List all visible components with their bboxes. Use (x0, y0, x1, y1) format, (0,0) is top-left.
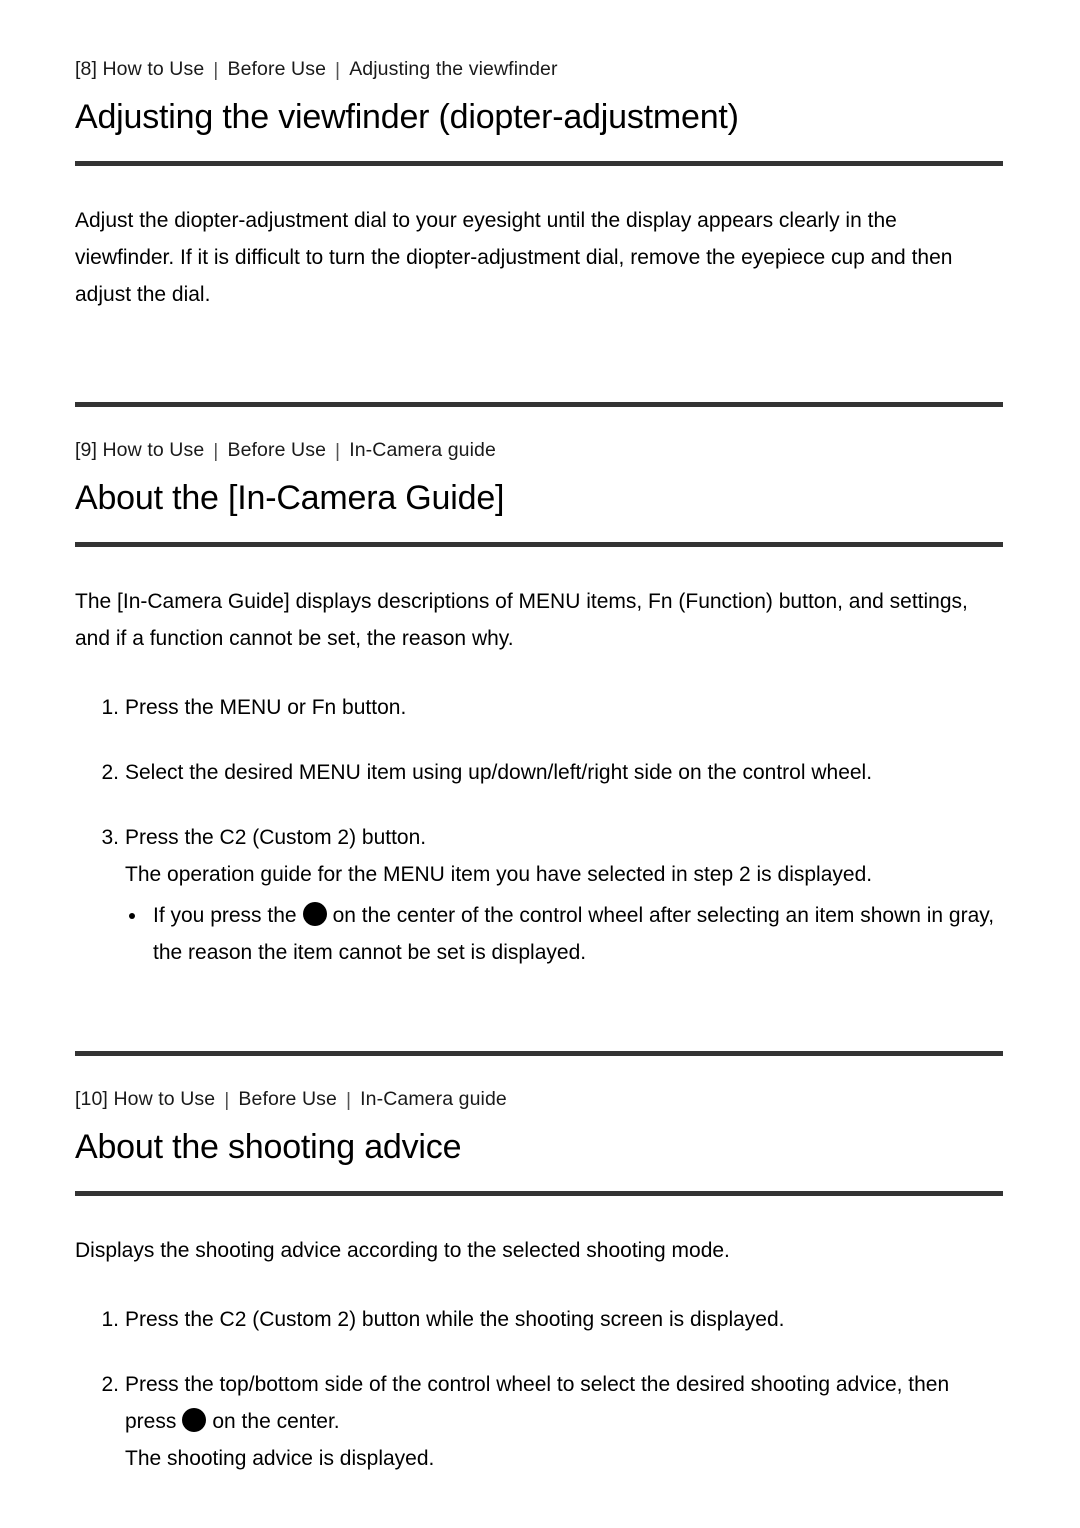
step-number: 1. (101, 1308, 119, 1331)
step-text: Select the desired MENU item using up/do… (125, 761, 873, 784)
title-underline-rule (75, 542, 1003, 547)
breadcrumb-level3: In-Camera guide (360, 1088, 507, 1110)
center-button-icon (182, 1408, 207, 1432)
list-item: 3. Press the C2 (Custom 2) button. The o… (75, 819, 1005, 971)
list-item: If you press the on the center of the con… (125, 897, 1005, 971)
section-divider-rule (75, 1051, 1003, 1056)
step-text: Press the C2 (Custom 2) button. (125, 826, 427, 849)
breadcrumb-separator-icon: | (213, 59, 219, 81)
section-about-the-shooting-advice: [10] How to Use | Before Use | In-Camera gui… (75, 1086, 1005, 1477)
section-about-the-in-camera-guide: [9] How to Use | Before Use | In-Camera guid… (75, 437, 1005, 971)
step-text: Press the MENU or Fn button. (125, 696, 407, 719)
breadcrumb-level2: Before Use (227, 439, 327, 461)
section-adjusting-the-viewfinder: [8] How to Use | Before Use | Adjusting the … (75, 56, 1005, 313)
step-number: 3. (101, 826, 119, 849)
center-button-icon (302, 902, 327, 926)
steps-list: 1. Press the C2 (Custom 2) button while … (75, 1301, 1005, 1477)
breadcrumb-level3: Adjusting the viewfinder (349, 58, 558, 80)
list-item: 2. Select the desired MENU item using up… (75, 754, 1005, 791)
breadcrumb-index: [8] How to Use (75, 58, 205, 80)
steps-list: 1. Press the MENU or Fn button. 2. Selec… (75, 689, 1005, 971)
document-page: [8] How to Use | Before Use | Adjusting the … (0, 0, 1080, 1528)
bullet-dot-icon (129, 913, 135, 919)
section-paragraph: Displays the shooting advice according t… (75, 1239, 730, 1262)
breadcrumb: [10] How to Use | Before Use | In-Camera gui… (75, 1086, 1005, 1112)
step-text: Press the top/bottom side of the control… (125, 1366, 1005, 1440)
breadcrumb-level2: Before Use (227, 58, 327, 80)
title-underline-rule (75, 1191, 1003, 1196)
list-item: 1. Press the MENU or Fn button. (75, 689, 1005, 726)
step-number: 2. (101, 1373, 119, 1396)
list-item: 1. Press the C2 (Custom 2) button while … (75, 1301, 1005, 1338)
section-paragraph: The [In-Camera Guide] displays descripti… (75, 590, 968, 650)
breadcrumb: [9] How to Use | Before Use | In-Camera guid… (75, 437, 1005, 463)
breadcrumb-separator-icon: | (335, 440, 341, 462)
breadcrumb-separator-icon: | (345, 1089, 352, 1111)
step-text: Press the C2 (Custom 2) button while the… (125, 1308, 785, 1331)
step-number: 1. (101, 696, 119, 719)
breadcrumb-level3: In-Camera guide (349, 439, 496, 461)
bullet-text-before: If you press the (153, 904, 297, 927)
section-divider-rule (75, 402, 1003, 407)
breadcrumb-separator-icon: | (335, 59, 341, 81)
page-title: About the [In-Camera Guide] (75, 479, 505, 517)
breadcrumb: [8] How to Use | Before Use | Adjusting the … (75, 56, 1005, 82)
breadcrumb-separator-icon: | (213, 440, 219, 462)
title-underline-rule (75, 161, 1003, 166)
step-text-after: on the center. (212, 1410, 340, 1433)
step-note: The shooting advice is displayed. (125, 1447, 435, 1470)
breadcrumb-level2: Before Use (238, 1088, 337, 1110)
page-title: About the shooting advice (75, 1128, 462, 1166)
step-note: The operation guide for the MENU item yo… (125, 863, 873, 886)
list-item: 2. Press the top/bottom side of the cont… (75, 1366, 1005, 1477)
section-paragraph: Adjust the diopter-adjustment dial to yo… (75, 209, 953, 306)
breadcrumb-separator-icon: | (224, 1089, 230, 1111)
step-number: 2. (101, 761, 119, 784)
breadcrumb-index: [10] How to Use (75, 1088, 216, 1110)
breadcrumb-index: [9] How to Use (75, 439, 205, 461)
page-title: Adjusting the viewfinder (diopter-adjust… (75, 98, 739, 136)
sub-bullet-list: If you press the on the center of the con… (125, 897, 1005, 971)
